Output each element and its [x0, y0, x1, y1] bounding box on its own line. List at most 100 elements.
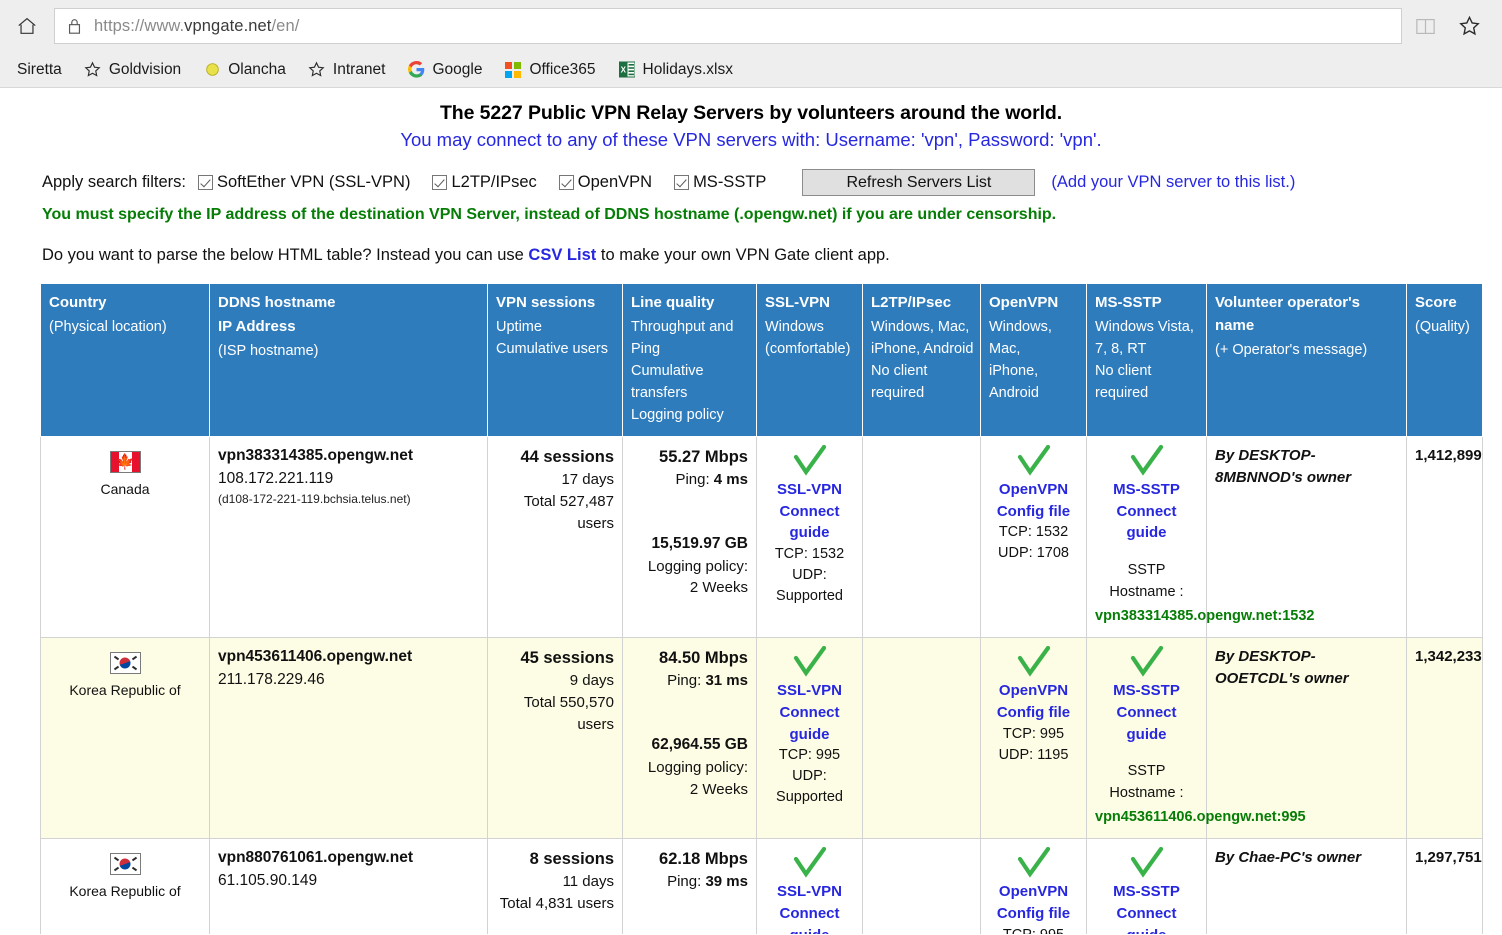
csv-hint-line: Do you want to parse the below HTML tabl…: [0, 224, 1502, 265]
col-header-ms-sstp[interactable]: MS-SSTP Windows Vista, 7, 8, RT No clien…: [1086, 283, 1207, 437]
col-header-l2tp-ipsec[interactable]: L2TP/IPsec Windows, Mac, iPhone, Android…: [862, 283, 981, 437]
table-row[interactable]: Korea Republic of vpn880761061.opengw.ne…: [40, 838, 1483, 934]
bookmark-intranet[interactable]: Intranet: [297, 56, 397, 84]
cell-score: 1,297,751: [1406, 838, 1483, 934]
openvpn-link-2[interactable]: Config file: [989, 501, 1078, 523]
ms-sstp-link-2[interactable]: Connect guide: [1095, 702, 1198, 746]
cell-openvpn: OpenVPN Config file TCP: 995 UDP: 1195: [980, 637, 1087, 840]
ms-sstp-link-2[interactable]: Connect guide: [1095, 501, 1198, 545]
checkmark-icon: [793, 444, 826, 476]
ip-address: 108.172.221.119: [218, 469, 334, 487]
openvpn-udp: UDP: 1708: [998, 545, 1069, 562]
bookmark-siretta[interactable]: Siretta: [6, 56, 73, 84]
openvpn-tcp: TCP: 1532: [998, 524, 1069, 541]
ms-sstp-link-1[interactable]: MS-SSTP: [1095, 479, 1198, 501]
col-header-vpn-sessions[interactable]: VPN sessions Uptime Cumulative users: [487, 283, 623, 437]
ms-sstp-link-1[interactable]: MS-SSTP: [1095, 680, 1198, 702]
openvpn-link-1[interactable]: OpenVPN: [989, 680, 1078, 702]
country-label: Korea Republic of: [69, 883, 181, 900]
star-icon[interactable]: [1456, 13, 1482, 39]
filter-mssstp[interactable]: MS-SSTP: [674, 173, 766, 192]
cell-l2tp-ipsec: [862, 637, 981, 840]
ssl-vpn-link-1[interactable]: SSL-VPN: [765, 479, 854, 501]
browser-chrome: https://www.vpngate.net/en/ Siretta Gold…: [0, 0, 1502, 87]
csv-list-link[interactable]: CSV List: [528, 246, 596, 264]
sstp-hostname-label: SSTP Hostname :: [1109, 763, 1184, 802]
filter-label: SoftEther VPN (SSL-VPN): [216, 173, 411, 191]
ddns-hostname: vpn383314385.opengw.net: [218, 446, 413, 464]
col-header-score[interactable]: Score (Quality): [1406, 283, 1483, 437]
col-header-ssl-vpn[interactable]: SSL-VPN Windows (comfortable): [756, 283, 863, 437]
cell-l2tp-ipsec: [862, 838, 981, 934]
csv-hint-suffix: to make your own VPN Gate client app.: [596, 246, 890, 264]
ssl-vpn-link-2[interactable]: Connect guide: [765, 903, 854, 934]
checkbox-l2tp[interactable]: [432, 175, 448, 190]
home-icon[interactable]: [10, 9, 44, 43]
checkmark-icon: [793, 646, 826, 677]
book-icon[interactable]: [1412, 13, 1438, 39]
yellow-dot-icon: [203, 61, 221, 79]
cumulative-users: Total 550,570 users: [523, 694, 614, 733]
bookmarks-bar: Siretta Goldvision Olancha Intranet Goog…: [0, 52, 1502, 87]
table-row[interactable]: 🍁 Canada vpn383314385.opengw.net 108.172…: [40, 435, 1483, 639]
page-title: The 5227 Public VPN Relay Servers by vol…: [439, 102, 1063, 124]
throughput: 55.27 Mbps: [659, 447, 748, 466]
col-header-country[interactable]: Country (Physical location): [40, 283, 210, 437]
col-header-ddns-hostname[interactable]: DDNS hostname IP Address (ISP hostname): [209, 283, 488, 437]
url-text: https://www.vpngate.net/en/: [94, 16, 300, 35]
add-vpn-server-link[interactable]: (Add your VPN server to this list.): [1051, 173, 1295, 192]
ms-sstp-link-2[interactable]: Connect guide: [1095, 903, 1198, 934]
filter-openvpn[interactable]: OpenVPN: [558, 173, 652, 192]
filter-softether[interactable]: SoftEther VPN (SSL-VPN): [197, 173, 411, 192]
url-bar[interactable]: https://www.vpngate.net/en/: [54, 8, 1402, 44]
ping-value: 39 ms: [705, 873, 748, 891]
bookmark-holidays-xlsx[interactable]: X Holidays.xlsx: [607, 56, 744, 84]
col-header-openvpn[interactable]: OpenVPN Windows, Mac, iPhone, Android: [980, 283, 1087, 437]
ssl-vpn-link-2[interactable]: Connect guide: [765, 501, 854, 545]
cell-vpn-sessions: 44 sessions 17 days Total 527,487 users: [487, 435, 623, 639]
checkbox-mssstp[interactable]: [674, 175, 690, 190]
checkmark-icon: [793, 847, 826, 878]
openvpn-link-1[interactable]: OpenVPN: [989, 881, 1078, 903]
refresh-servers-list-button[interactable]: Refresh Servers List: [802, 169, 1036, 196]
filter-label: L2TP/IPsec: [451, 173, 537, 191]
logging-policy-label: Logging policy:: [647, 557, 748, 575]
logging-policy-value: 2 Weeks: [689, 780, 748, 798]
openvpn-link-2[interactable]: Config file: [989, 903, 1078, 925]
cell-score: 1,412,899: [1406, 435, 1483, 639]
flag-canada-icon: 🍁: [109, 450, 141, 473]
flag-korea-icon: [109, 853, 141, 876]
ping-value: 31 ms: [705, 672, 748, 690]
filter-l2tp[interactable]: L2TP/IPsec: [432, 173, 537, 192]
ssl-vpn-link-1[interactable]: SSL-VPN: [765, 881, 854, 903]
sessions-count: 45 sessions: [520, 649, 614, 668]
bookmark-label: Intranet: [332, 60, 386, 78]
star-outline-icon: [308, 61, 326, 79]
bookmark-olancha[interactable]: Olancha: [192, 56, 297, 84]
bookmark-goldvision[interactable]: Goldvision: [73, 56, 192, 84]
uptime: 9 days: [569, 672, 614, 690]
cell-ms-sstp: MS-SSTP Connect guide SSTP Hostname : vp…: [1086, 637, 1306, 840]
openvpn-link-2[interactable]: Config file: [989, 702, 1078, 724]
cumulative-transfers: 15,519.97 GB: [651, 534, 748, 552]
ssl-vpn-link-1[interactable]: SSL-VPN: [765, 680, 854, 702]
throughput: 84.50 Mbps: [659, 649, 748, 668]
bookmark-google[interactable]: Google: [396, 56, 493, 84]
bookmark-office365[interactable]: Office365: [493, 56, 606, 84]
bookmark-label: Office365: [529, 60, 596, 78]
cell-ms-sstp: MS-SSTP Connect guide SSTP Hostname : vp…: [1086, 838, 1207, 934]
col-header-line-quality[interactable]: Line quality Throughput and Ping Cumulat…: [622, 283, 757, 437]
checkbox-softether[interactable]: [197, 175, 213, 190]
table-row[interactable]: Korea Republic of vpn453611406.opengw.ne…: [40, 637, 1483, 840]
cell-score: 1,342,233: [1406, 637, 1483, 840]
ssl-vpn-link-2[interactable]: Connect guide: [765, 702, 854, 746]
ms-sstp-link-1[interactable]: MS-SSTP: [1095, 881, 1198, 903]
checkmark-icon: [1017, 847, 1050, 878]
servers-table: Country (Physical location) DDNS hostnam…: [40, 283, 1483, 934]
address-bar-row: https://www.vpngate.net/en/: [0, 0, 1502, 52]
filter-label: MS-SSTP: [693, 173, 767, 191]
filters-label: Apply search filters:: [42, 173, 186, 191]
col-header-volunteer-operator[interactable]: Volunteer operator's name (+ Operator's …: [1206, 283, 1407, 437]
checkbox-openvpn[interactable]: [558, 175, 574, 190]
openvpn-link-1[interactable]: OpenVPN: [989, 479, 1078, 501]
